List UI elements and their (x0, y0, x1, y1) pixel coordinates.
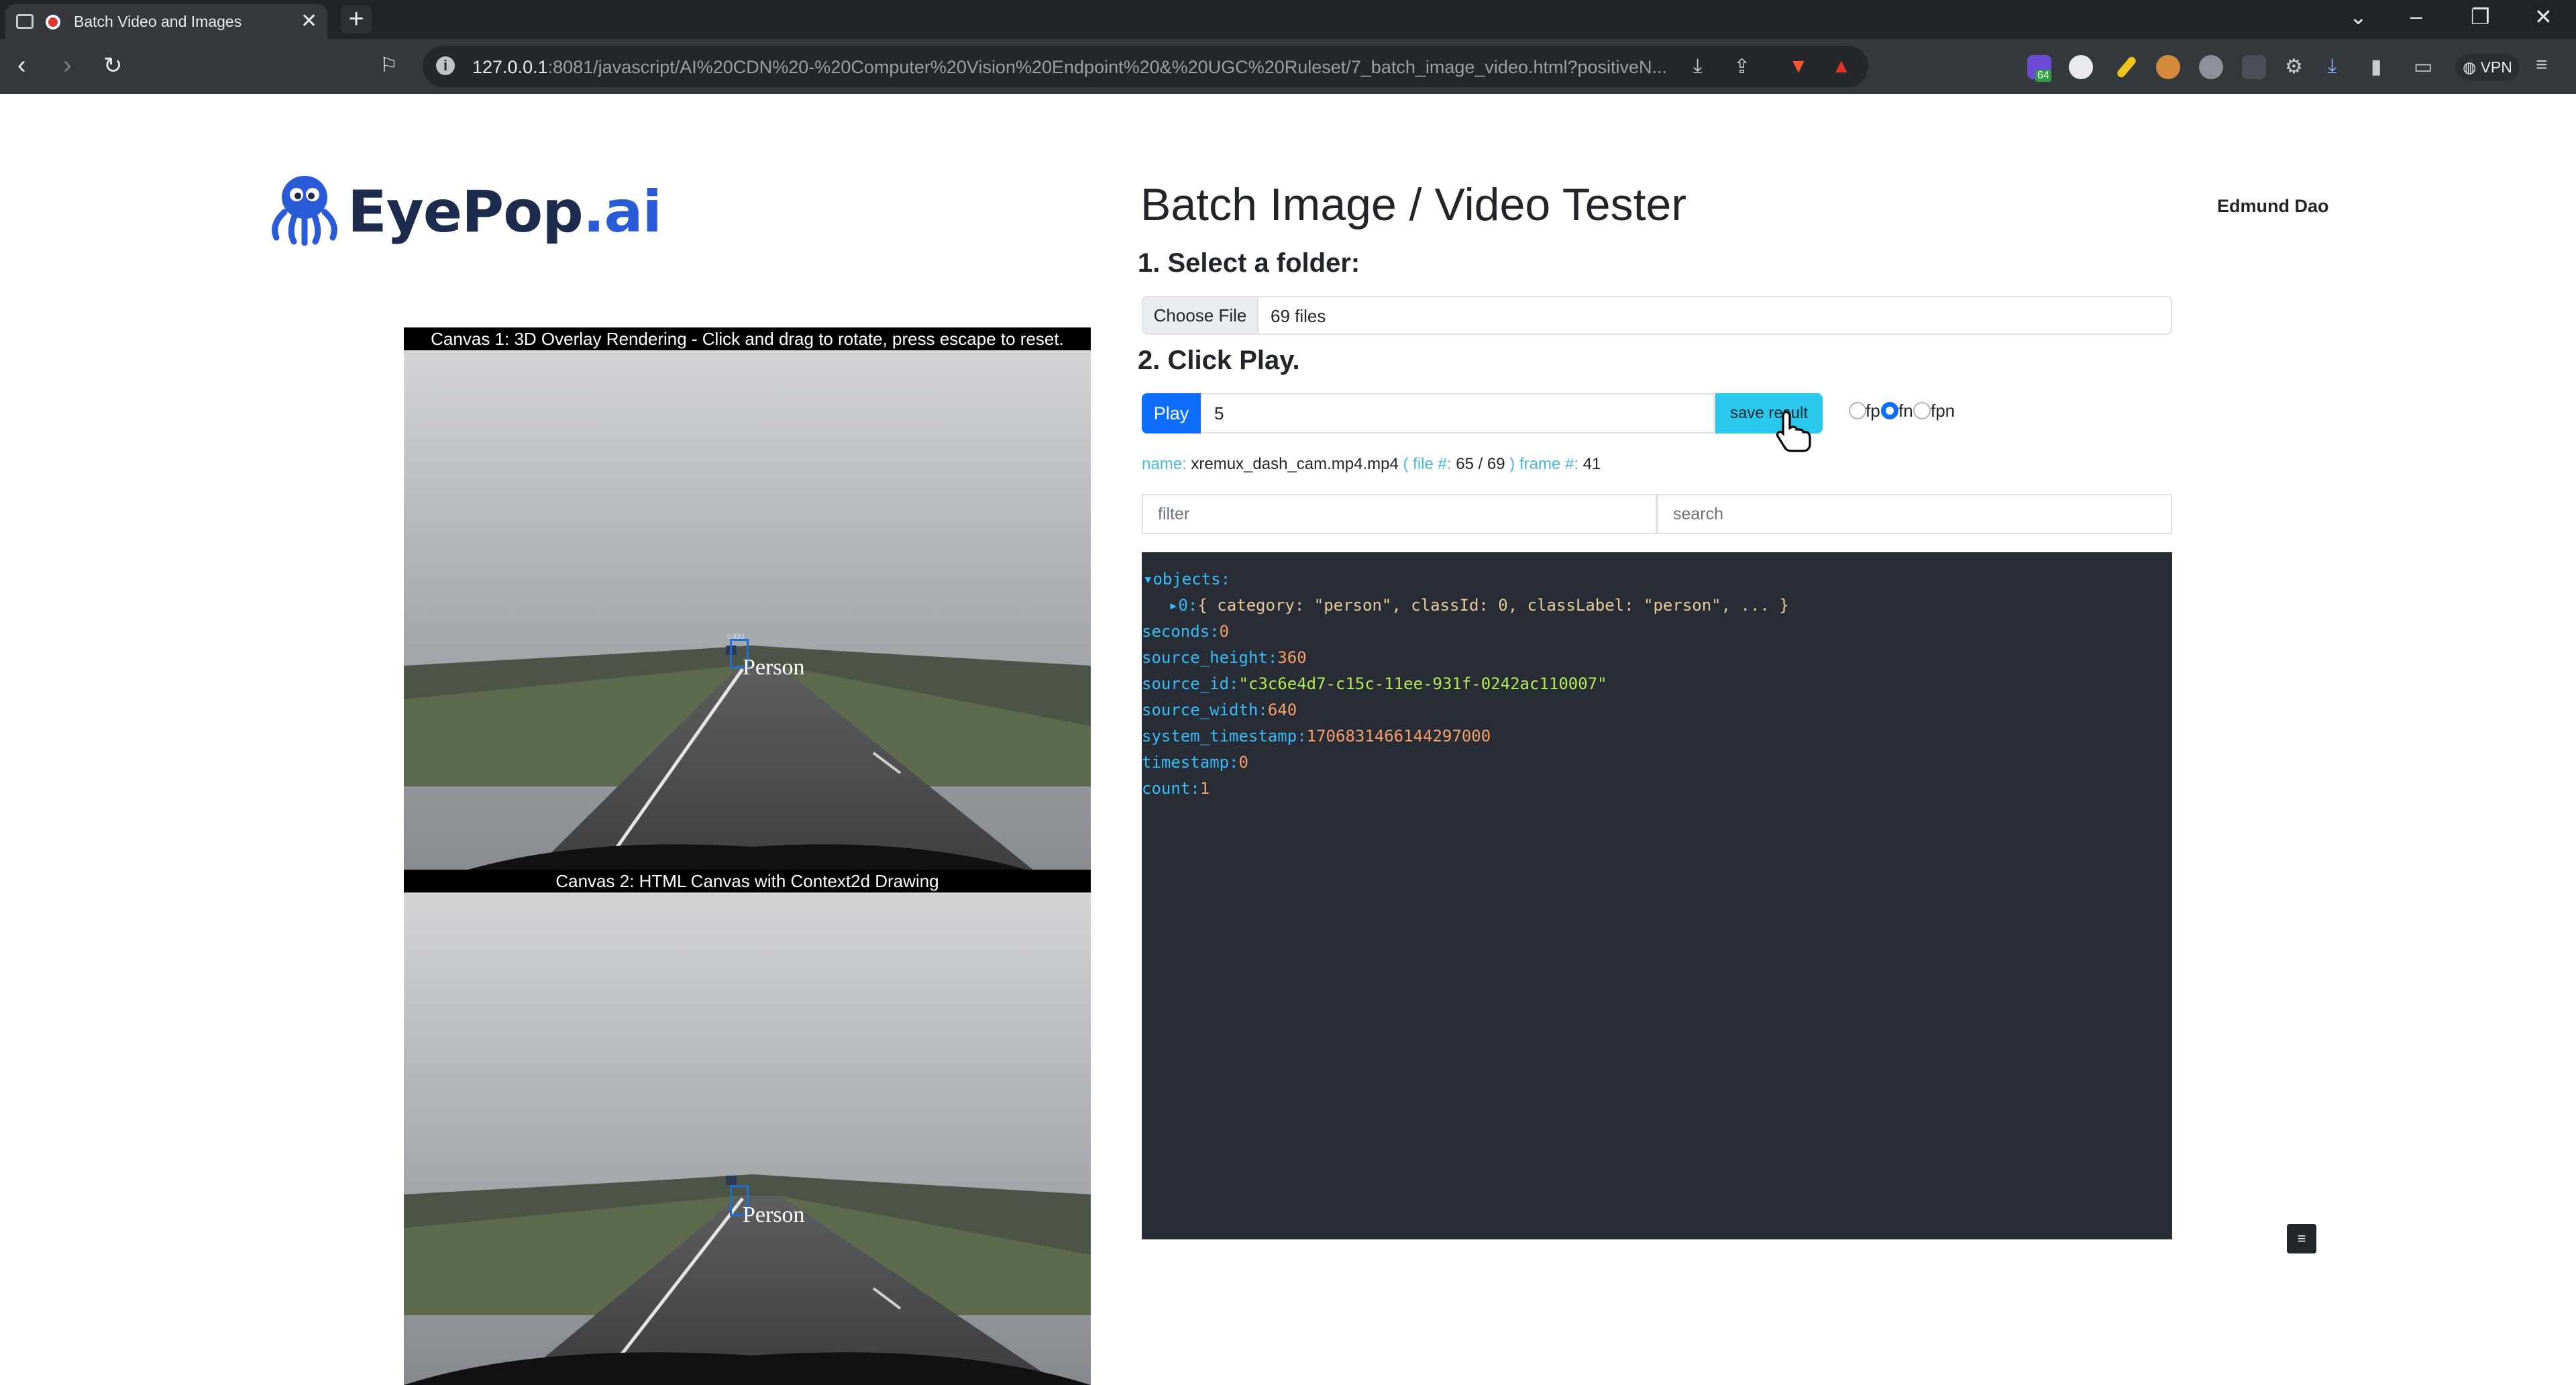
tab-search-icon[interactable]: ⌄ (2349, 4, 2367, 30)
vpn-button[interactable]: ◍ VPN (2455, 54, 2520, 81)
floating-menu-button[interactable]: ≡ (2287, 1224, 2316, 1253)
file-value: 65 / 69 (1456, 455, 1505, 473)
logo-text: EyePop.ai (347, 178, 662, 246)
json-field: timestamp:0 (1142, 753, 1248, 772)
search-input[interactable]: search (1657, 494, 2172, 534)
canvas2-caption: Canvas 2: HTML Canvas with Context2d Dra… (404, 870, 1091, 892)
number-input[interactable]: 5 (1201, 393, 1715, 433)
extensions-icon[interactable]: ⚙ (2285, 55, 2303, 79)
extension-badge: 64 (2035, 70, 2051, 82)
hand-cursor-icon (1776, 411, 1811, 452)
folder-file-input[interactable]: Choose File 69 files (1142, 296, 2172, 335)
filter-input[interactable]: filter (1142, 494, 1657, 534)
json-field: seconds:0 (1142, 622, 1230, 641)
radio-fp[interactable] (1849, 402, 1866, 419)
json-field: count:1 (1142, 779, 1210, 798)
extension-box-icon[interactable] (2242, 55, 2266, 79)
canvas1-scene[interactable] (404, 350, 1091, 892)
canvas2-panel[interactable]: Person (404, 892, 1091, 1385)
radio-fn-label: fn (1898, 401, 1913, 421)
forward-icon[interactable]: › (63, 51, 72, 80)
minimize-icon[interactable]: – (2410, 4, 2422, 29)
status-line: name: xremux_dash_cam.mp4.mp4 ( file #: … (1142, 455, 1601, 474)
menu-icon[interactable]: ≡ (2536, 54, 2548, 76)
sidebar-icon[interactable]: ▮ (2371, 55, 2382, 79)
restore-icon[interactable]: ❐ (2471, 4, 2490, 30)
canvas1-detection-label: Person (743, 655, 805, 680)
wallet-icon[interactable]: ▭ (2414, 55, 2432, 79)
radio-fpn[interactable] (1913, 402, 1931, 419)
browser-tab[interactable]: Batch Video and Images ✕ (5, 4, 327, 39)
canvas1-panel[interactable]: Canvas 1: 3D Overlay Rendering - Click a… (404, 327, 1091, 892)
choose-file-button[interactable]: Choose File (1143, 297, 1258, 334)
radio-fp-label: fp (1866, 401, 1880, 421)
extension-s-icon[interactable] (2069, 55, 2093, 79)
new-tab-button[interactable]: + (341, 5, 372, 34)
json-viewer: ▾objects: ▸0:{ category: "person", class… (1142, 552, 2172, 1239)
radio-fn[interactable] (1881, 402, 1898, 419)
octopus-mascot-icon (272, 176, 337, 246)
page-title: Batch Image / Video Tester (1140, 179, 1686, 230)
tab-title: Batch Video and Images (74, 13, 242, 30)
highlighter-icon[interactable] (2115, 55, 2138, 79)
json-field: system_timestamp:1706831466144297000 (1142, 727, 1491, 746)
json-objects-node[interactable]: ▾objects: (1143, 570, 1230, 588)
window-close-icon[interactable]: ✕ (2534, 4, 2553, 30)
reload-icon[interactable]: ↻ (103, 52, 123, 79)
json-field: source_width:640 (1142, 701, 1297, 719)
name-value: xremux_dash_cam.mp4.mp4 (1191, 455, 1399, 473)
file-key: ( file #: (1403, 455, 1452, 473)
canvas2-detection-label: Person (743, 1202, 805, 1227)
browser-tab-bar: Batch Video and Images ✕ + ⌄ – ❐ ✕ (0, 0, 2576, 39)
eyepop-logo: EyePop.ai (264, 168, 662, 248)
name-key: name: (1142, 455, 1187, 473)
canvas1-detection-tag: 0.820 (727, 633, 745, 641)
bookmark-icon[interactable]: ⚐ (380, 54, 398, 77)
extension-puzzle-icon[interactable] (2199, 55, 2223, 79)
json-field: source_id:"c3c6e4d7-c15c-11ee-931f-0242a… (1142, 674, 1607, 693)
download-icon[interactable]: ⤓ (1693, 55, 1702, 78)
brave-shield-icon[interactable]: ▼ (1788, 55, 1809, 78)
cookie-icon[interactable] (2156, 55, 2180, 79)
recording-indicator-icon (46, 15, 60, 30)
close-tab-icon[interactable]: ✕ (301, 9, 317, 33)
radio-fpn-label: fpn (1931, 401, 1955, 421)
share-icon[interactable]: ⇪ (1733, 55, 1750, 79)
back-icon[interactable]: ‹ (17, 51, 26, 80)
frame-value: 41 (1582, 455, 1601, 473)
frame-key: ) frame #: (1509, 455, 1578, 473)
tab-favicon-icon (16, 14, 34, 29)
canvas2-scene (404, 892, 1091, 1385)
json-field: source_height:360 (1142, 648, 1307, 667)
site-info-icon[interactable]: i (436, 56, 455, 75)
step1-label: 1. Select a folder: (1138, 248, 1360, 278)
user-name: Edmund Dao (2217, 196, 2329, 216)
url-text[interactable]: 127.0.0.1:8081/javascript/AI%20CDN%20-%2… (472, 57, 1667, 78)
downloads-icon[interactable]: ⤓ (2328, 55, 2337, 78)
json-object-0[interactable]: ▸0:{ category: "person", classId: 0, cla… (1169, 596, 1789, 615)
play-button[interactable]: Play (1142, 393, 1201, 433)
step2-label: 2. Click Play. (1138, 346, 1300, 375)
canvas1-caption: Canvas 1: 3D Overlay Rendering - Click a… (404, 327, 1091, 350)
file-count: 69 files (1271, 306, 1326, 326)
address-bar[interactable]: i 127.0.0.1:8081/javascript/AI%20CDN%20-… (423, 46, 1868, 87)
brave-rewards-icon[interactable]: ▲ (1831, 55, 1851, 78)
browser-toolbar: ‹ › ↻ ⚐ i 127.0.0.1:8081/javascript/AI%2… (0, 39, 2576, 94)
